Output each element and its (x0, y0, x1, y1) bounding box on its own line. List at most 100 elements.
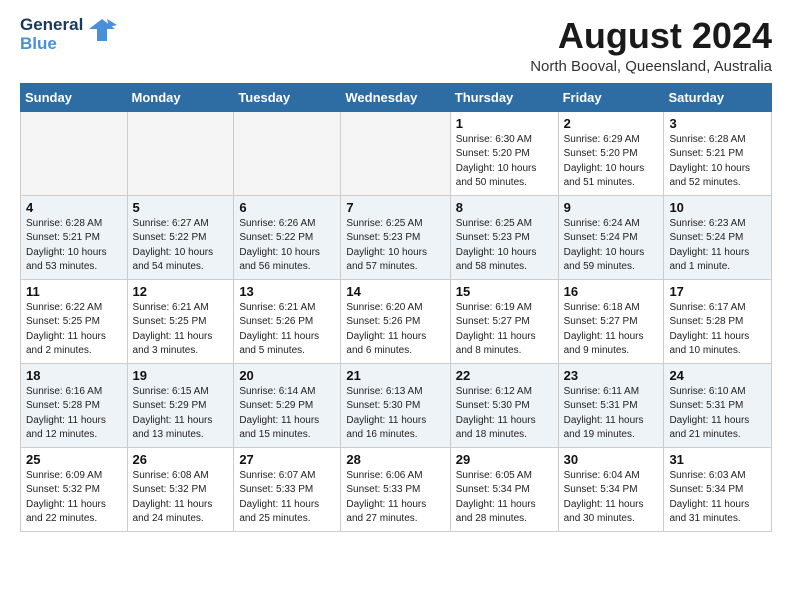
calendar-day-cell (234, 111, 341, 195)
calendar-day-cell: 10 Sunrise: 6:23 AM Sunset: 5:24 PM Dayli… (664, 195, 772, 279)
day-number: 5 (133, 200, 229, 215)
calendar-day-cell (21, 111, 128, 195)
calendar-day-cell: 8Sunrise: 6:25 AM Sunset: 5:23 PM Daylig… (450, 195, 558, 279)
header: General Blue August 2024 North Booval, Q… (20, 16, 772, 75)
calendar-day-cell: 30 Sunrise: 6:04 AM Sunset: 5:34 PM Dayli… (558, 447, 664, 531)
logo: General Blue (20, 16, 117, 53)
day-number: 3 (669, 116, 766, 131)
day-number: 10 (669, 200, 766, 215)
day-number: 4 (26, 200, 122, 215)
day-info: Sunrise: 6:10 AM Sunset: 5:31 PM Dayligh… (669, 385, 766, 443)
day-number: 8 (456, 200, 553, 215)
calendar-day-cell: 22Sunrise: 6:12 AM Sunset: 5:30 PM Dayli… (450, 363, 558, 447)
calendar-week-row: 18 Sunrise: 6:16 AM Sunset: 5:28 PM Dayli… (21, 363, 772, 447)
day-number: 17 (669, 284, 766, 299)
day-info: Sunrise: 6:26 AM Sunset: 5:22 PM Dayligh… (239, 217, 335, 275)
calendar-day-cell: 14 Sunrise: 6:20 AM Sunset: 5:26 PM Dayli… (341, 279, 450, 363)
calendar-day-cell: 19Sunrise: 6:15 AM Sunset: 5:29 PM Dayli… (127, 363, 234, 447)
day-info: Sunrise: 6:14 AM Sunset: 5:29 PM Dayligh… (239, 385, 335, 443)
day-number: 2 (564, 116, 659, 131)
day-info: Sunrise: 6:28 AM Sunset: 5:21 PM Dayligh… (669, 133, 766, 191)
day-number: 13 (239, 284, 335, 299)
day-info: Sunrise: 6:20 AM Sunset: 5:26 PM Dayligh… (346, 301, 444, 359)
calendar-day-cell: 27Sunrise: 6:07 AM Sunset: 5:33 PM Dayli… (234, 447, 341, 531)
day-info: Sunrise: 6:22 AM Sunset: 5:25 PM Dayligh… (26, 301, 122, 359)
calendar-day-cell: 12 Sunrise: 6:21 AM Sunset: 5:25 PM Dayli… (127, 279, 234, 363)
day-info: Sunrise: 6:21 AM Sunset: 5:26 PM Dayligh… (239, 301, 335, 359)
calendar-day-cell: 1Sunrise: 6:30 AM Sunset: 5:20 PM Daylig… (450, 111, 558, 195)
calendar-header-row: SundayMondayTuesdayWednesdayThursdayFrid… (21, 83, 772, 111)
col-header-wednesday: Wednesday (341, 83, 450, 111)
day-info: Sunrise: 6:27 AM Sunset: 5:22 PM Dayligh… (133, 217, 229, 275)
day-number: 6 (239, 200, 335, 215)
day-info: Sunrise: 6:03 AM Sunset: 5:34 PM Dayligh… (669, 469, 766, 527)
calendar-week-row: 1Sunrise: 6:30 AM Sunset: 5:20 PM Daylig… (21, 111, 772, 195)
calendar-week-row: 11Sunrise: 6:22 AM Sunset: 5:25 PM Dayli… (21, 279, 772, 363)
day-number: 16 (564, 284, 659, 299)
day-info: Sunrise: 6:05 AM Sunset: 5:34 PM Dayligh… (456, 469, 553, 527)
calendar-day-cell: 24 Sunrise: 6:10 AM Sunset: 5:31 PM Dayli… (664, 363, 772, 447)
day-info: Sunrise: 6:19 AM Sunset: 5:27 PM Dayligh… (456, 301, 553, 359)
day-number: 26 (133, 452, 229, 467)
calendar-day-cell: 25Sunrise: 6:09 AM Sunset: 5:32 PM Dayli… (21, 447, 128, 531)
day-info: Sunrise: 6:15 AM Sunset: 5:29 PM Dayligh… (133, 385, 229, 443)
day-number: 12 (133, 284, 229, 299)
day-number: 1 (456, 116, 553, 131)
calendar: SundayMondayTuesdayWednesdayThursdayFrid… (20, 83, 772, 532)
day-info: Sunrise: 6:21 AM Sunset: 5:25 PM Dayligh… (133, 301, 229, 359)
day-info: Sunrise: 6:24 AM Sunset: 5:24 PM Dayligh… (564, 217, 659, 275)
day-number: 14 (346, 284, 444, 299)
page: General Blue August 2024 North Booval, Q… (0, 0, 792, 548)
calendar-day-cell: 2Sunrise: 6:29 AM Sunset: 5:20 PM Daylig… (558, 111, 664, 195)
day-info: Sunrise: 6:25 AM Sunset: 5:23 PM Dayligh… (346, 217, 444, 275)
day-number: 24 (669, 368, 766, 383)
calendar-day-cell: 11Sunrise: 6:22 AM Sunset: 5:25 PM Dayli… (21, 279, 128, 363)
day-number: 18 (26, 368, 122, 383)
calendar-day-cell: 21 Sunrise: 6:13 AM Sunset: 5:30 PM Dayli… (341, 363, 450, 447)
calendar-week-row: 25Sunrise: 6:09 AM Sunset: 5:32 PM Dayli… (21, 447, 772, 531)
day-info: Sunrise: 6:13 AM Sunset: 5:30 PM Dayligh… (346, 385, 444, 443)
calendar-week-row: 4Sunrise: 6:28 AM Sunset: 5:21 PM Daylig… (21, 195, 772, 279)
calendar-day-cell: 3 Sunrise: 6:28 AM Sunset: 5:21 PM Daylig… (664, 111, 772, 195)
calendar-day-cell: 23 Sunrise: 6:11 AM Sunset: 5:31 PM Dayli… (558, 363, 664, 447)
calendar-day-cell: 6 Sunrise: 6:26 AM Sunset: 5:22 PM Daylig… (234, 195, 341, 279)
day-info: Sunrise: 6:12 AM Sunset: 5:30 PM Dayligh… (456, 385, 553, 443)
col-header-tuesday: Tuesday (234, 83, 341, 111)
logo-bird-icon (87, 15, 117, 50)
subtitle: North Booval, Queensland, Australia (530, 58, 772, 75)
day-number: 30 (564, 452, 659, 467)
col-header-friday: Friday (558, 83, 664, 111)
calendar-day-cell (127, 111, 234, 195)
calendar-day-cell: 20Sunrise: 6:14 AM Sunset: 5:29 PM Dayli… (234, 363, 341, 447)
day-number: 23 (564, 368, 659, 383)
calendar-day-cell: 17 Sunrise: 6:17 AM Sunset: 5:28 PM Dayli… (664, 279, 772, 363)
day-info: Sunrise: 6:16 AM Sunset: 5:28 PM Dayligh… (26, 385, 122, 443)
day-number: 21 (346, 368, 444, 383)
day-info: Sunrise: 6:06 AM Sunset: 5:33 PM Dayligh… (346, 469, 444, 527)
day-number: 7 (346, 200, 444, 215)
calendar-day-cell: 29Sunrise: 6:05 AM Sunset: 5:34 PM Dayli… (450, 447, 558, 531)
day-info: Sunrise: 6:04 AM Sunset: 5:34 PM Dayligh… (564, 469, 659, 527)
calendar-day-cell: 4Sunrise: 6:28 AM Sunset: 5:21 PM Daylig… (21, 195, 128, 279)
day-number: 28 (346, 452, 444, 467)
title-block: August 2024 North Booval, Queensland, Au… (530, 16, 772, 75)
calendar-day-cell (341, 111, 450, 195)
calendar-day-cell: 31Sunrise: 6:03 AM Sunset: 5:34 PM Dayli… (664, 447, 772, 531)
day-info: Sunrise: 6:23 AM Sunset: 5:24 PM Dayligh… (669, 217, 766, 275)
col-header-saturday: Saturday (664, 83, 772, 111)
calendar-day-cell: 28 Sunrise: 6:06 AM Sunset: 5:33 PM Dayli… (341, 447, 450, 531)
day-info: Sunrise: 6:07 AM Sunset: 5:33 PM Dayligh… (239, 469, 335, 527)
calendar-day-cell: 16 Sunrise: 6:18 AM Sunset: 5:27 PM Dayli… (558, 279, 664, 363)
day-number: 9 (564, 200, 659, 215)
day-info: Sunrise: 6:09 AM Sunset: 5:32 PM Dayligh… (26, 469, 122, 527)
main-title: August 2024 (530, 16, 772, 56)
calendar-day-cell: 7 Sunrise: 6:25 AM Sunset: 5:23 PM Daylig… (341, 195, 450, 279)
calendar-day-cell: 9 Sunrise: 6:24 AM Sunset: 5:24 PM Daylig… (558, 195, 664, 279)
col-header-monday: Monday (127, 83, 234, 111)
logo-text-general: General (20, 16, 83, 35)
day-info: Sunrise: 6:11 AM Sunset: 5:31 PM Dayligh… (564, 385, 659, 443)
day-info: Sunrise: 6:17 AM Sunset: 5:28 PM Dayligh… (669, 301, 766, 359)
logo-text-blue: Blue (20, 35, 83, 54)
day-info: Sunrise: 6:18 AM Sunset: 5:27 PM Dayligh… (564, 301, 659, 359)
calendar-day-cell: 26Sunrise: 6:08 AM Sunset: 5:32 PM Dayli… (127, 447, 234, 531)
